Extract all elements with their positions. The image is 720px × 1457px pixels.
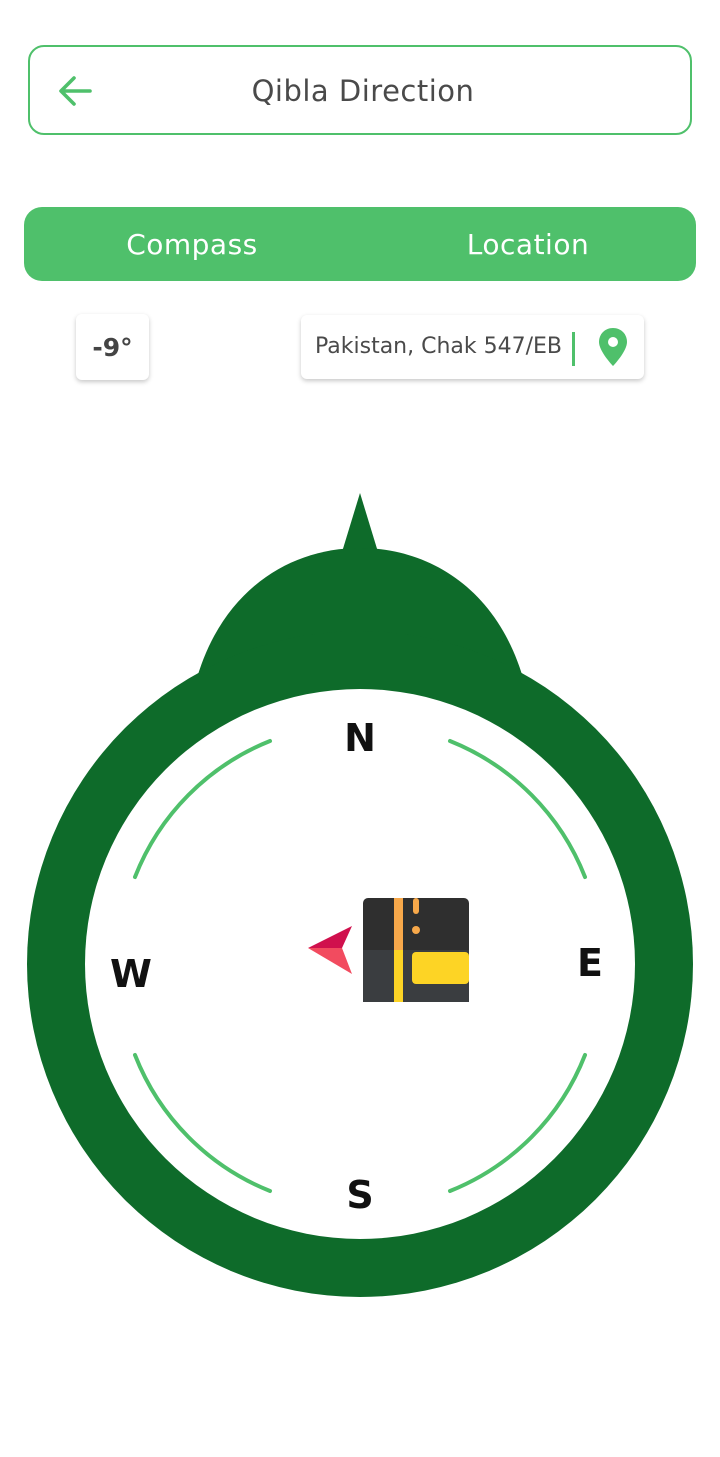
kaaba-icon xyxy=(363,898,469,1002)
tab-location[interactable]: Location xyxy=(360,207,696,281)
kaaba xyxy=(362,896,470,1004)
north-pointer-icon xyxy=(342,493,378,552)
app-header: Qibla Direction xyxy=(28,45,692,135)
compass-face xyxy=(85,689,635,1239)
west-label: W xyxy=(110,952,152,996)
south-label: S xyxy=(346,1173,374,1217)
tab-bar: Compass Location xyxy=(24,207,696,281)
page-title: Qibla Direction xyxy=(251,74,475,108)
location-divider xyxy=(572,332,575,366)
location-pin-button[interactable] xyxy=(597,327,629,367)
location-text: Pakistan, Chak 547/EB xyxy=(315,334,563,359)
heading-degrees: -9° xyxy=(76,314,149,380)
tab-compass[interactable]: Compass xyxy=(24,207,360,281)
qibla-needle xyxy=(306,924,354,976)
qibla-compass: N E S W xyxy=(0,480,720,1320)
east-label: E xyxy=(577,941,603,985)
north-label: N xyxy=(344,716,376,760)
map-pin-icon xyxy=(599,328,627,366)
qibla-needle-icon xyxy=(308,926,352,974)
location-chip[interactable]: Pakistan, Chak 547/EB xyxy=(301,315,644,379)
